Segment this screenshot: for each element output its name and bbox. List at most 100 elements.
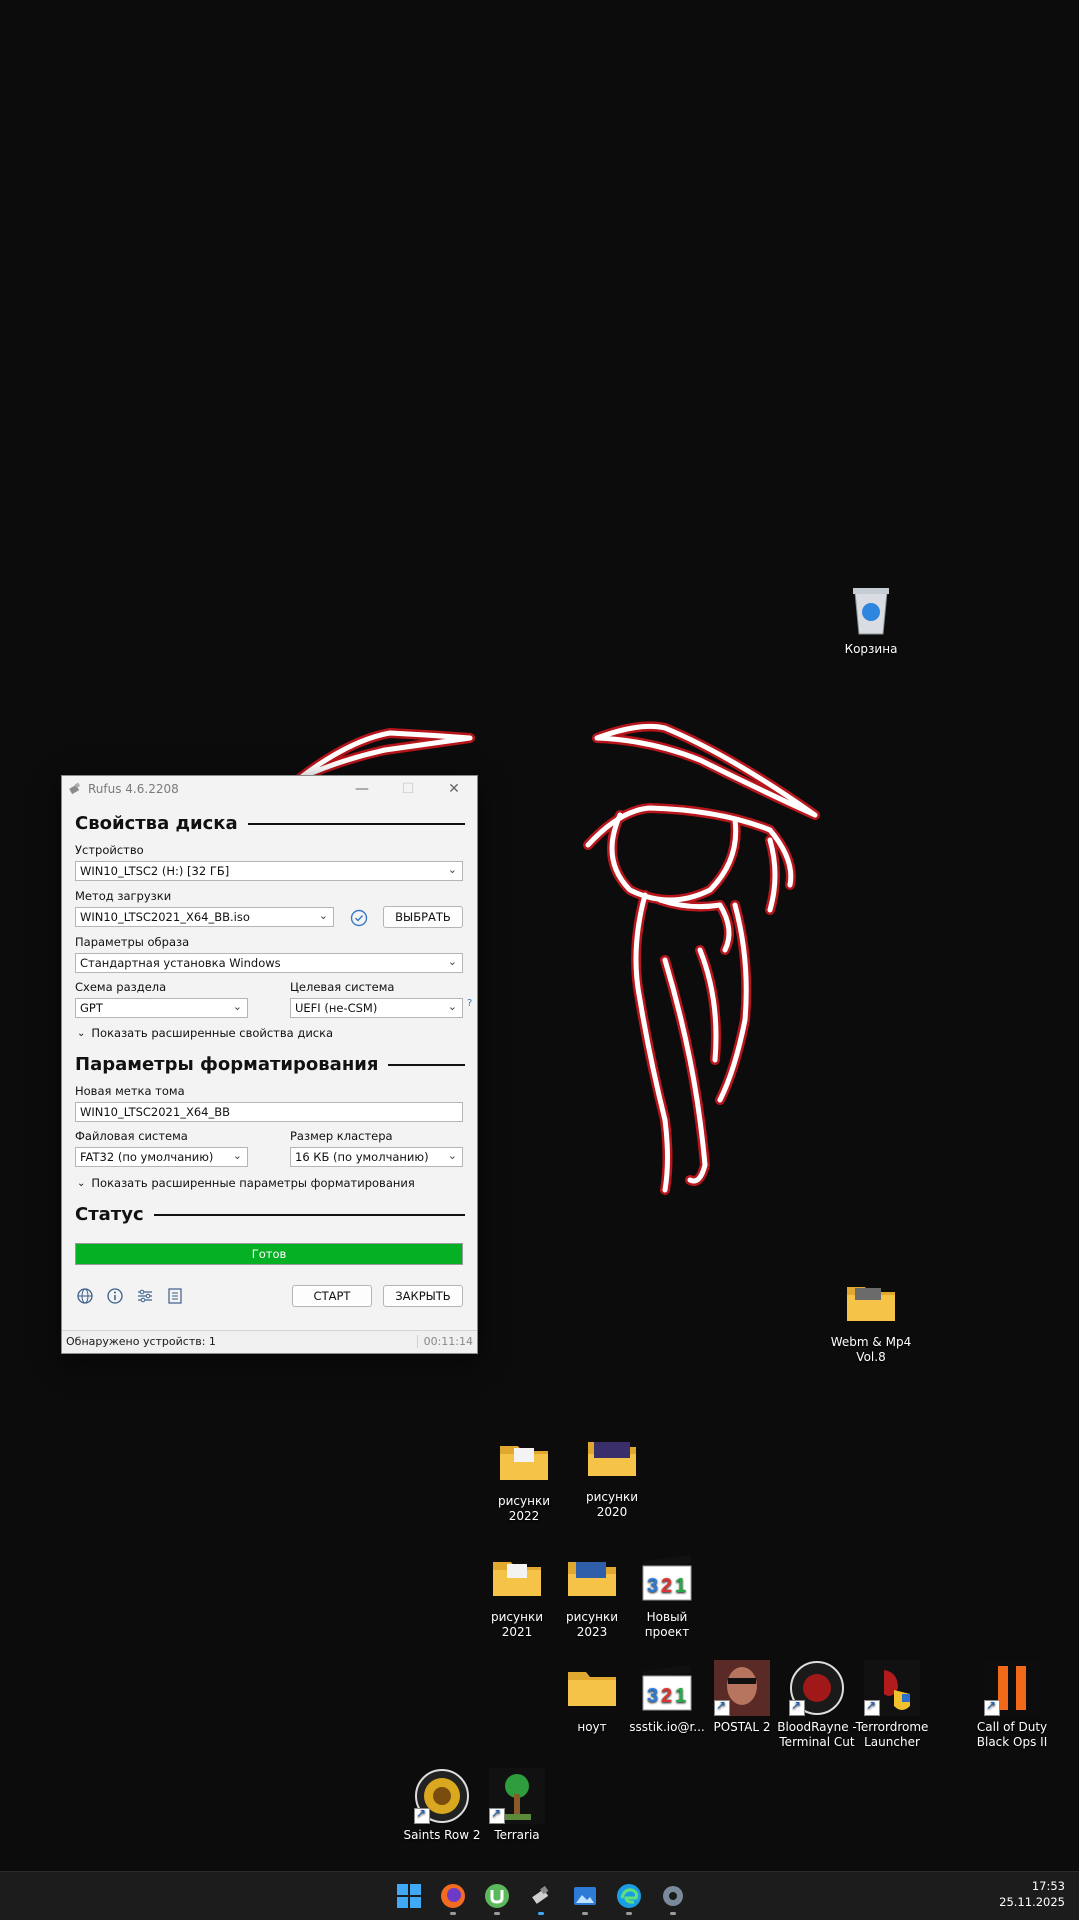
volume-label-input[interactable]: WIN10_LTSC2021_X64_BB [75, 1102, 463, 1122]
chevron-down-icon: ⌄ [77, 1177, 86, 1189]
desktop-icon-label: Terrordrome Launcher [855, 1720, 929, 1749]
file-system-label: Файловая система [75, 1129, 188, 1143]
folder-icon [500, 1446, 548, 1480]
gear-icon [663, 1886, 683, 1906]
status-devices-text: Обнаружено устройств: 1 [66, 1335, 216, 1348]
help-icon[interactable]: ? [467, 998, 472, 1009]
taskbar-firefox[interactable] [437, 1880, 469, 1915]
taskbar-rufus[interactable] [525, 1880, 557, 1915]
desktop-icon-ris2023[interactable]: рисунки 2023 [550, 1550, 634, 1640]
file-system-select[interactable]: FAT32 (по умолчанию) ⌄ [75, 1147, 248, 1167]
check-hash-icon[interactable] [350, 909, 368, 927]
folder-icon [847, 1287, 895, 1321]
partition-scheme-label: Схема раздела [75, 980, 167, 994]
globe-icon[interactable] [76, 1287, 94, 1305]
taskbar-settings[interactable] [657, 1880, 689, 1915]
log-icon[interactable] [166, 1287, 184, 1305]
desktop-icon-label: рисунки 2021 [490, 1610, 543, 1639]
partition-scheme-select[interactable]: GPT ⌄ [75, 998, 248, 1018]
desktop-icon-bloodrayne[interactable]: BloodRayne - Terminal Cut [775, 1660, 859, 1750]
image-option-select[interactable]: Стандартная установка Windows ⌄ [75, 953, 463, 973]
info-icon[interactable] [106, 1287, 124, 1305]
svg-text:2: 2 [661, 1575, 672, 1597]
boot-method-label: Метод загрузки [75, 889, 172, 903]
device-label: Устройство [75, 843, 144, 857]
svg-text:3: 3 [647, 1685, 658, 1707]
desktop-icon-recycle-bin[interactable]: Корзина [829, 582, 913, 657]
desktop-icon-ris2020[interactable]: рисунки 2020 [570, 1430, 654, 1520]
utorrent-icon [485, 1884, 509, 1908]
desktop-icon-label: Новый проект [644, 1610, 690, 1639]
chevron-down-icon: ⌄ [232, 1149, 242, 1162]
close-button[interactable]: ЗАКРЫТЬ [383, 1285, 463, 1307]
svg-text:1: 1 [675, 1685, 686, 1707]
chevron-down-icon: ⌄ [447, 955, 457, 968]
chevron-down-icon: ⌄ [232, 1000, 242, 1013]
desktop-icon-terraria[interactable]: Terraria [475, 1768, 559, 1843]
status-timer: 00:11:14 [416, 1335, 473, 1348]
desktop-icon-ris2021[interactable]: рисунки 2021 [475, 1550, 559, 1640]
edge-icon [617, 1884, 641, 1908]
chevron-down-icon: ⌄ [447, 1149, 457, 1162]
device-select[interactable]: WIN10_LTSC2 (H:) [32 ГБ] ⌄ [75, 861, 463, 881]
desktop-icon-label: рисунки 2020 [585, 1490, 638, 1519]
taskbar-photos[interactable] [569, 1880, 601, 1915]
folder-icon [568, 1562, 616, 1596]
desktop-icon-label: Call of Duty Black Ops II [976, 1720, 1048, 1749]
folder-icon [568, 1672, 616, 1706]
minimize-button[interactable]: — [339, 776, 385, 802]
windows-logo-icon [397, 1884, 421, 1908]
taskbar-edge[interactable] [613, 1880, 645, 1915]
format-options-heading: Параметры форматирования [75, 1054, 465, 1075]
title-bar[interactable]: Rufus 4.6.2208 — ☐ ✕ [62, 776, 477, 802]
show-advanced-drive-toggle[interactable]: ⌄ Показать расширенные свойства диска [77, 1026, 333, 1040]
desktop-icon-ris2022[interactable]: рисунки 2022 [482, 1434, 566, 1524]
cluster-size-select[interactable]: 16 КБ (по умолчанию) ⌄ [290, 1147, 463, 1167]
target-system-select[interactable]: UEFI (не-CSM) ⌄ [290, 998, 463, 1018]
usb-drive-icon [69, 782, 81, 795]
desktop-icon-label: Saints Row 2 [403, 1828, 481, 1842]
chevron-down-icon: ⌄ [447, 1000, 457, 1013]
usb-drive-icon [532, 1885, 549, 1904]
maximize-button[interactable]: ☐ [385, 776, 431, 802]
taskbar-utorrent[interactable] [481, 1880, 513, 1915]
desktop-icon-webm[interactable]: Webm & Mp4 Vol.8 [829, 1275, 913, 1365]
chevron-down-icon: ⌄ [77, 1027, 86, 1039]
rufus-window: Rufus 4.6.2208 — ☐ ✕ Свойства диска Устр… [61, 775, 478, 1354]
volume-label-label: Новая метка тома [75, 1084, 185, 1098]
desktop-icon-terrordrome[interactable]: Terrordrome Launcher [850, 1660, 934, 1750]
firefox-icon [441, 1884, 465, 1908]
desktop-icon-nout[interactable]: ноут [550, 1660, 634, 1735]
desktop-icon-newproj[interactable]: 3 2 1 Новый проект [625, 1550, 709, 1640]
status-progress-bar: Готов [75, 1243, 463, 1265]
desktop-icon-cod[interactable]: Call of Duty Black Ops II [970, 1660, 1054, 1750]
desktop-icon-ssstik[interactable]: 3 2 1 ssstik.io@r... [625, 1660, 709, 1735]
close-window-button[interactable]: ✕ [431, 776, 477, 802]
start-button[interactable]: СТАРТ [292, 1285, 372, 1307]
desktop-icon-label: рисунки 2023 [565, 1610, 618, 1639]
boot-method-select[interactable]: WIN10_LTSC2021_X64_BB.iso ⌄ [75, 907, 334, 927]
settings-sliders-icon[interactable] [136, 1287, 154, 1305]
show-advanced-format-toggle[interactable]: ⌄ Показать расширенные параметры форматир… [77, 1176, 415, 1190]
status-heading: Статус [75, 1204, 465, 1225]
photos-icon [574, 1887, 596, 1905]
desktop-icon-label: ноут [577, 1720, 607, 1734]
desktop-icon-label: Webm & Mp4 Vol.8 [830, 1335, 912, 1364]
drive-properties-heading: Свойства диска [75, 813, 465, 834]
media-player-icon: 3 2 1 [642, 1664, 692, 1711]
desktop-icon-label: POSTAL 2 [713, 1720, 771, 1734]
desktop-icon-label: BloodRayne - Terminal Cut [777, 1720, 857, 1749]
desktop-icon-saints[interactable]: Saints Row 2 [400, 1768, 484, 1843]
select-image-button[interactable]: ВЫБРАТЬ [383, 906, 463, 928]
folder-icon [588, 1442, 636, 1476]
cluster-size-label: Размер кластера [290, 1129, 393, 1143]
svg-text:3: 3 [647, 1575, 658, 1597]
desktop-icon-label: ssstik.io@r... [629, 1720, 705, 1734]
image-option-label: Параметры образа [75, 935, 190, 949]
taskbar-clock[interactable]: 17:53 25.11.2025 [999, 1878, 1065, 1910]
start-menu-button[interactable] [393, 1880, 425, 1912]
taskbar: 17:53 25.11.2025 [0, 1871, 1079, 1920]
desktop-icon-postal[interactable]: POSTAL 2 [700, 1660, 784, 1735]
media-player-icon: 3 2 1 [642, 1554, 692, 1601]
status-bar: Обнаружено устройств: 1 00:11:14 [62, 1330, 477, 1353]
